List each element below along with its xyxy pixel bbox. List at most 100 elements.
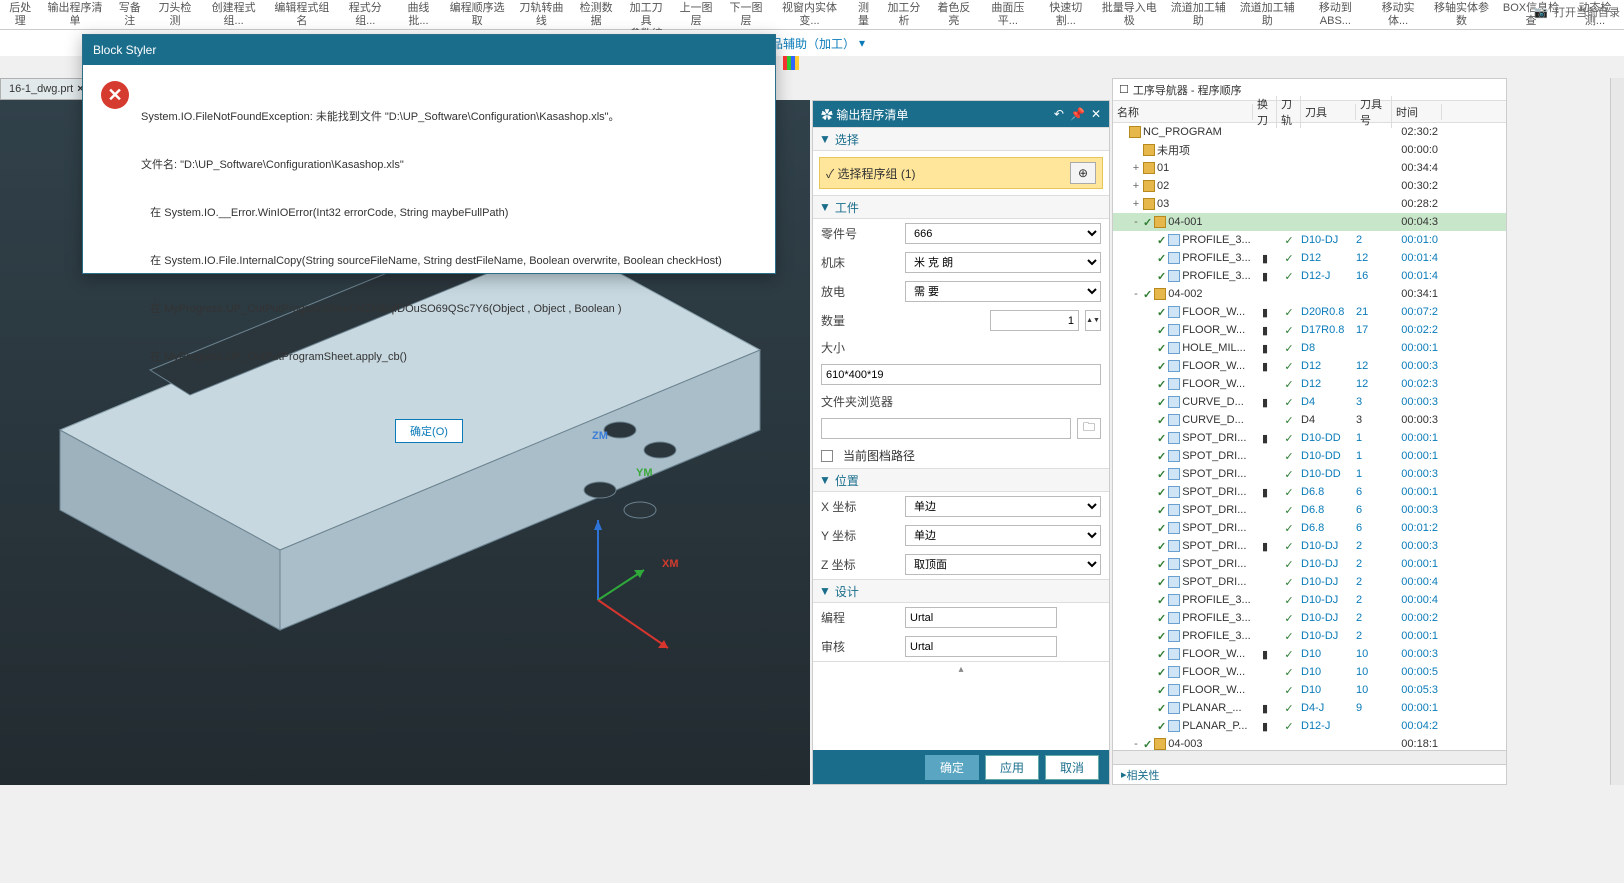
tree-operation[interactable]: ✓PLANAR_P...▮✓D12-J00:04:2 xyxy=(1113,717,1506,735)
tree-operation[interactable]: ✓PLANAR_...▮✓D4-J900:00:1 xyxy=(1113,699,1506,717)
tree-operation[interactable]: ✓PROFILE_3...▮✓D121200:01:4 xyxy=(1113,249,1506,267)
tree-operation[interactable]: ✓PROFILE_3...▮✓D12-J1600:01:4 xyxy=(1113,267,1506,285)
menu-item[interactable]: 曲面压平... xyxy=(979,0,1037,29)
tree-operation[interactable]: ✓FLOOR_W...✓D101000:05:3 xyxy=(1113,681,1506,699)
tree-operation[interactable]: ✓SPOT_DRI...✓D10-DD100:00:3 xyxy=(1113,465,1506,483)
section-select[interactable]: ▼ 选择 xyxy=(813,127,1109,151)
section-part[interactable]: ▼ 工件 xyxy=(813,195,1109,219)
color-palette-icon[interactable] xyxy=(783,56,803,76)
tree-operation[interactable]: ✓SPOT_DRI...✓D10-DD100:00:1 xyxy=(1113,447,1506,465)
tree-operation[interactable]: ✓SPOT_DRI...✓D6.8600:00:3 xyxy=(1113,501,1506,519)
menu-item[interactable]: 着色反亮 xyxy=(929,0,979,29)
menu-item[interactable]: 加工刀具参数编辑 xyxy=(621,0,671,29)
tree-operation[interactable]: ✓SPOT_DRI...✓D10-DJ200:00:4 xyxy=(1113,573,1506,591)
tree-operation[interactable]: ✓SPOT_DRI...▮✓D10-DJ200:00:3 xyxy=(1113,537,1506,555)
tree-operation[interactable]: ✓FLOOR_W...▮✓D20R0.82100:07:2 xyxy=(1113,303,1506,321)
y-select[interactable]: 单边 xyxy=(905,525,1101,546)
tree-folder[interactable]: NC_PROGRAM02:30:2 xyxy=(1113,123,1506,141)
close-icon[interactable]: ✕ xyxy=(1091,107,1101,121)
tree-folder[interactable]: 未用项00:00:0 xyxy=(1113,141,1506,159)
tree-folder[interactable]: +0200:30:2 xyxy=(1113,177,1506,195)
x-select[interactable]: 单边 xyxy=(905,496,1101,517)
menu-item[interactable]: 流道加工辅助 xyxy=(1233,0,1302,29)
tree-operation[interactable]: ✓FLOOR_W...✓D101000:00:5 xyxy=(1113,663,1506,681)
tree-operation[interactable]: ✓CURVE_D...▮✓D4300:00:3 xyxy=(1113,393,1506,411)
tree-operation[interactable]: ✓CURVE_D...✓D4300:00:3 xyxy=(1113,411,1506,429)
nav-related-section[interactable]: ▸ 相关性 xyxy=(1113,764,1506,784)
review-input[interactable] xyxy=(905,636,1057,657)
tree-operation[interactable]: ✓PROFILE_3...✓D10-DJ200:00:4 xyxy=(1113,591,1506,609)
camera-icon[interactable]: 📷 xyxy=(1534,6,1548,19)
prog-input[interactable] xyxy=(905,607,1057,628)
tree-operation[interactable]: ✓FLOOR_W...▮✓D17R0.81700:02:2 xyxy=(1113,321,1506,339)
menu-item[interactable]: 移动实体... xyxy=(1369,0,1427,29)
file-tab[interactable]: 16-1_dwg.prt × xyxy=(0,78,93,100)
tree-folder[interactable]: -✓04-00200:34:1 xyxy=(1113,285,1506,303)
browser-input[interactable] xyxy=(821,418,1071,439)
target-icon[interactable]: ⊕ xyxy=(1070,162,1096,184)
menu-item[interactable]: 创建程式组... xyxy=(200,0,267,29)
edm-select[interactable]: 需 要 xyxy=(905,281,1101,302)
tree-operation[interactable]: ✓PROFILE_3...✓D10-DJ200:00:1 xyxy=(1113,627,1506,645)
menu-item[interactable]: 输出程序清单 xyxy=(40,0,109,29)
menu-item[interactable]: 测量 xyxy=(848,0,879,29)
menu-item[interactable]: 移轴实体参数 xyxy=(1427,0,1496,29)
menu-item[interactable]: 视窗内实体变... xyxy=(771,0,848,29)
menu-item[interactable]: 上一图层 xyxy=(671,0,721,29)
folder-icon[interactable]: 🗀 xyxy=(1077,418,1101,439)
tree-operation[interactable]: ✓HOLE_MIL...▮✓D800:00:1 xyxy=(1113,339,1506,357)
qty-input[interactable] xyxy=(990,310,1079,331)
z-select[interactable]: 取顶面 xyxy=(905,554,1101,575)
ok-button[interactable]: 确定 xyxy=(925,755,979,780)
tree-operation[interactable]: ✓FLOOR_W...▮✓D101000:00:3 xyxy=(1113,645,1506,663)
tree-folder[interactable]: +0300:28:2 xyxy=(1113,195,1506,213)
undo-icon[interactable]: ↶ xyxy=(1054,107,1064,121)
menu-item[interactable]: 编程顺序选取 xyxy=(443,0,512,29)
part-no-select[interactable]: 666 xyxy=(905,223,1101,244)
apply-button[interactable]: 应用 xyxy=(985,755,1039,780)
tree-operation[interactable]: ✓SPOT_DRI...✓D10-DJ200:00:1 xyxy=(1113,555,1506,573)
panel-titlebar[interactable]: ✿ 输出程序清单 ↶ 📌 ✕ xyxy=(813,101,1109,127)
menu-item[interactable]: 加工分析 xyxy=(879,0,929,29)
menu-item[interactable]: 移动到ABS... xyxy=(1302,0,1369,29)
dialog-ok-button[interactable]: 确定(O) xyxy=(395,419,463,443)
tree-operation[interactable]: ✓PROFILE_3...✓D10-DJ200:00:2 xyxy=(1113,609,1506,627)
machine-select[interactable]: 米 克 朗 xyxy=(905,252,1101,273)
tree-folder[interactable]: -✓04-00300:18:1 xyxy=(1113,735,1506,750)
menu-item[interactable]: 程式分组... xyxy=(336,0,394,29)
tree-operation[interactable]: ✓PROFILE_3...✓D10-DJ200:01:0 xyxy=(1113,231,1506,249)
menu-item[interactable]: 后处理 xyxy=(0,0,40,29)
pin-icon[interactable]: 📌 xyxy=(1070,107,1085,121)
tree-operation[interactable]: ✓SPOT_DRI...✓D6.8600:01:2 xyxy=(1113,519,1506,537)
tree-operation[interactable]: ✓FLOOR_W...✓D121200:02:3 xyxy=(1113,375,1506,393)
right-dock-strip[interactable] xyxy=(1610,78,1624,785)
h-scrollbar[interactable] xyxy=(1113,750,1506,764)
menu-item[interactable]: 写备注 xyxy=(109,0,149,29)
current-path-checkbox[interactable] xyxy=(821,450,833,462)
browser-label: 文件夹浏览器 xyxy=(821,393,893,410)
nav-columns: 名称 换刀 刀轨 刀具 刀具号 时间 xyxy=(1113,101,1506,123)
menu-item[interactable]: 流道加工辅助 xyxy=(1164,0,1233,29)
select-group-row[interactable]: ✓ 选择程序组 (1) ⊕ xyxy=(819,157,1103,189)
size-input[interactable] xyxy=(821,364,1101,385)
tree-operation[interactable]: ✓FLOOR_W...▮✓D121200:00:3 xyxy=(1113,357,1506,375)
menu-item[interactable]: 刀轨转曲线 xyxy=(512,0,571,29)
stepper-icon[interactable]: ▲▼ xyxy=(1085,310,1101,331)
section-position[interactable]: ▼ 位置 xyxy=(813,468,1109,492)
tree-folder[interactable]: +0100:34:4 xyxy=(1113,159,1506,177)
menu-item[interactable]: 曲线批... xyxy=(394,0,442,29)
menu-item[interactable]: 批量导入电极 xyxy=(1095,0,1164,29)
menu-item[interactable]: 快速切割... xyxy=(1037,0,1095,29)
tree-folder[interactable]: -✓04-00100:04:3 xyxy=(1113,213,1506,231)
cancel-button[interactable]: 取消 xyxy=(1045,755,1099,780)
menu-item[interactable]: 刀头检测 xyxy=(150,0,200,29)
menu-item[interactable]: 下一图层 xyxy=(721,0,771,29)
tree-operation[interactable]: ✓SPOT_DRI...▮✓D10-DD100:00:1 xyxy=(1113,429,1506,447)
dialog-titlebar[interactable]: Block Styler xyxy=(83,35,775,65)
menu-item[interactable]: 检测数据 xyxy=(571,0,621,29)
section-design[interactable]: ▼ 设计 xyxy=(813,579,1109,603)
tree-operation[interactable]: ✓SPOT_DRI...▮✓D6.8600:00:1 xyxy=(1113,483,1506,501)
collapse-handle[interactable]: ▴ xyxy=(813,661,1109,677)
open-current-dir[interactable]: 打开当前目录 xyxy=(1554,4,1620,20)
menu-item[interactable]: 编辑程式组名 xyxy=(267,0,336,29)
